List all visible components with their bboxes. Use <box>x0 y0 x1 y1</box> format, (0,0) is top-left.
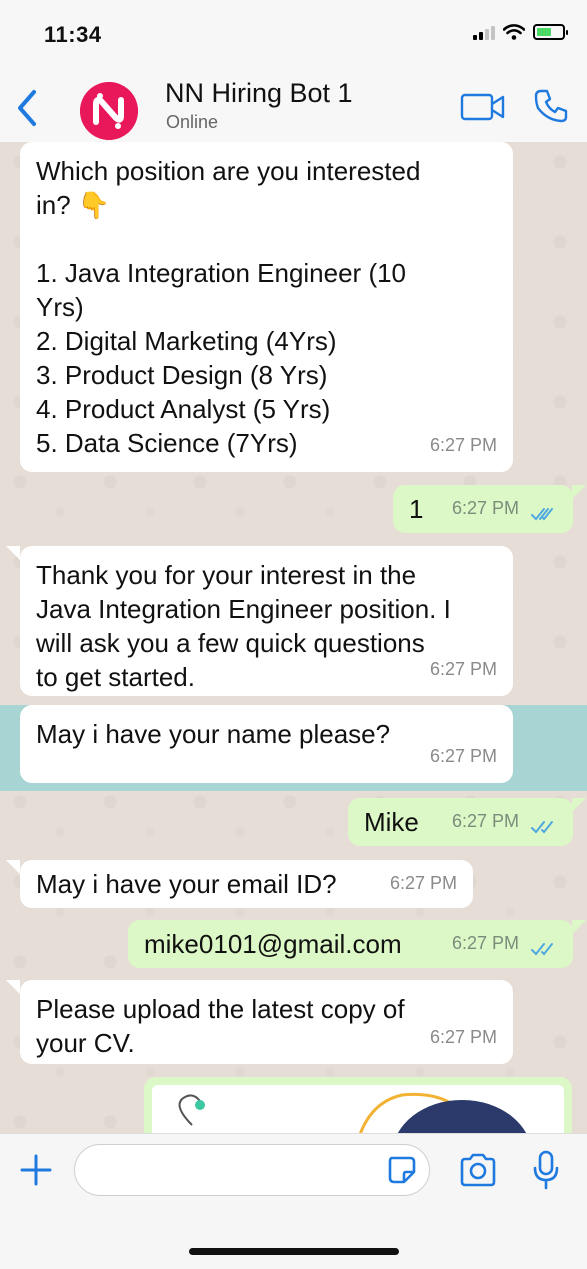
message-bubble-incoming[interactable]: Thank you for your interest in the Java … <box>20 546 513 696</box>
image-attachment-bubble[interactable] <box>144 1077 572 1133</box>
video-call-icon[interactable] <box>460 92 506 122</box>
avatar[interactable] <box>80 82 138 140</box>
home-indicator <box>189 1248 399 1255</box>
message-composer <box>0 1133 587 1269</box>
bubble-tail <box>572 920 586 934</box>
microphone-icon[interactable] <box>532 1150 560 1190</box>
message-time: 6:27 PM <box>451 811 519 831</box>
read-receipt-icon <box>531 943 553 956</box>
attachment-illustration <box>178 1092 527 1133</box>
read-receipt-icon <box>531 821 553 834</box>
message-bubble-outgoing[interactable]: Mike 6:27 PM <box>348 798 573 846</box>
message-text: May i have your name please? <box>36 719 391 749</box>
camera-icon[interactable] <box>458 1152 498 1188</box>
signal-icon <box>473 24 495 40</box>
message-text: Which position are you interested in? 👇 … <box>36 156 421 458</box>
bubble-tail <box>6 980 20 994</box>
message-time: 6:27 PM <box>429 435 497 455</box>
chat-header: NN Hiring Bot 1 Online <box>0 72 587 142</box>
message-time: 6:27 PM <box>429 659 497 679</box>
contact-name[interactable]: NN Hiring Bot 1 <box>165 78 353 109</box>
plus-icon[interactable] <box>18 1152 54 1188</box>
message-bubble-outgoing[interactable]: mike0101@gmail.com 6:27 PM <box>128 920 573 968</box>
status-time: 11:34 <box>44 22 102 47</box>
battery-icon <box>533 24 568 40</box>
bubble-tail <box>572 485 586 499</box>
chat-area[interactable]: Which position are you interested in? 👇 … <box>0 142 587 1133</box>
message-time: 6:27 PM <box>429 746 497 766</box>
back-chevron-icon[interactable] <box>10 88 44 128</box>
image-preview[interactable] <box>152 1085 564 1133</box>
message-bubble-incoming[interactable]: May i have your email ID? 6:27 PM <box>20 860 473 908</box>
wifi-icon <box>503 24 525 40</box>
message-bubble-incoming[interactable]: May i have your name please? 6:27 PM <box>20 705 513 783</box>
message-bubble-outgoing[interactable]: 1 6:27 PM <box>393 485 573 533</box>
read-receipt-icon <box>531 508 553 521</box>
message-bubble-incoming[interactable]: Which position are you interested in? 👇 … <box>20 142 513 472</box>
bubble-tail <box>6 546 20 560</box>
message-input[interactable] <box>74 1144 430 1196</box>
message-text: Thank you for your interest in the Java … <box>36 560 451 692</box>
status-icons <box>473 24 568 40</box>
message-time: 6:27 PM <box>429 1027 497 1047</box>
phone-icon[interactable] <box>533 88 569 124</box>
sticker-icon[interactable] <box>386 1154 418 1186</box>
bubble-tail <box>572 798 586 812</box>
message-time: 6:27 PM <box>389 873 457 893</box>
bubble-tail <box>6 860 20 874</box>
message-time: 6:27 PM <box>451 933 519 953</box>
status-bar: 11:34 <box>0 0 587 72</box>
message-time: 6:27 PM <box>451 498 519 518</box>
contact-status: Online <box>166 112 219 132</box>
message-text: Please upload the latest copy of your CV… <box>36 994 405 1058</box>
message-bubble-incoming[interactable]: Please upload the latest copy of your CV… <box>20 980 513 1064</box>
